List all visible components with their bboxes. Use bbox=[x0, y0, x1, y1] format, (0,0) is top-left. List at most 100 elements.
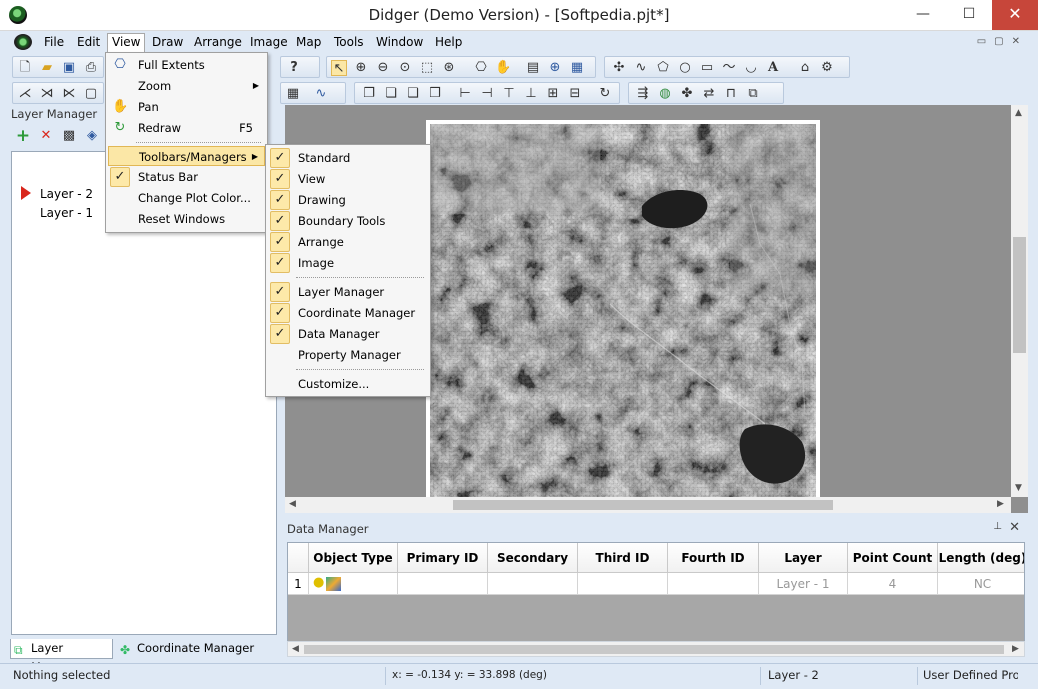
column-header[interactable]: Third ID bbox=[578, 543, 668, 573]
menu-arrange[interactable]: Arrange bbox=[190, 34, 246, 52]
georeference-icon[interactable]: ∿ bbox=[313, 86, 329, 102]
projection-globe-icon[interactable]: ◍ bbox=[657, 86, 673, 102]
column-header[interactable]: Secondary ID bbox=[488, 543, 578, 595]
menu-item-drawing[interactable]: ✓ Drawing bbox=[268, 190, 428, 210]
lightbulb-icon[interactable]: ● bbox=[313, 576, 324, 590]
menu-image[interactable]: Image bbox=[246, 34, 292, 52]
polyline-icon[interactable]: ∿ bbox=[633, 60, 649, 76]
text-icon[interactable]: A bbox=[765, 60, 781, 76]
menu-item-status-bar[interactable]: ✓ Status Bar bbox=[108, 167, 265, 187]
menu-view[interactable]: View bbox=[107, 33, 146, 54]
boundary-tool-4-icon[interactable]: ▢ bbox=[83, 86, 99, 102]
menu-item-boundary-tools[interactable]: ✓ Boundary Tools bbox=[268, 211, 428, 231]
layer-properties-icon[interactable]: ▩ bbox=[61, 128, 77, 144]
data-grid-scroll-thumb[interactable] bbox=[304, 645, 1004, 654]
plot-horizontal-scroll-thumb[interactable] bbox=[453, 500, 833, 510]
data-grid-scrollbar[interactable]: ◀ ▶ bbox=[287, 641, 1025, 657]
column-header[interactable]: Object Type bbox=[309, 543, 398, 573]
send-back-icon[interactable]: ❏ bbox=[383, 86, 399, 102]
menu-item-property-manager[interactable]: Property Manager bbox=[268, 345, 428, 365]
menu-item-data-manager[interactable]: ✓ Data Manager bbox=[268, 324, 428, 344]
scroll-left-icon[interactable]: ◀ bbox=[289, 499, 296, 509]
spline-icon[interactable]: ◡ bbox=[743, 60, 759, 76]
align-left-icon[interactable]: ⊢ bbox=[457, 86, 473, 102]
scroll-right-icon[interactable]: ▶ bbox=[997, 499, 1004, 509]
select-arrow-icon[interactable]: ↖ bbox=[331, 60, 347, 76]
align-center-icon[interactable]: ⊣ bbox=[479, 86, 495, 102]
zoom-rect-icon[interactable]: ⬚ bbox=[419, 60, 435, 76]
boundary-tool-3-icon[interactable]: ⋉ bbox=[61, 86, 77, 102]
boundary-tool-1-icon[interactable]: ⋌ bbox=[17, 86, 33, 102]
grid-scroll-right-icon[interactable]: ▶ bbox=[1012, 644, 1019, 654]
mdi-window-buttons[interactable]: ▭▢✕ bbox=[977, 36, 1028, 47]
home-icon[interactable]: ⌂ bbox=[797, 60, 813, 76]
menu-item-redraw[interactable]: ↻ Redraw F5 bbox=[108, 118, 265, 138]
image-grid-icon[interactable]: ▦ bbox=[285, 86, 301, 102]
transform-icon[interactable]: ⇶ bbox=[635, 86, 651, 102]
menu-item-layer-manager[interactable]: ✓ Layer Manager bbox=[268, 282, 428, 302]
object-type-cell[interactable]: ● bbox=[309, 573, 398, 595]
column-header[interactable]: Layer bbox=[759, 543, 848, 573]
zoom-icon[interactable]: ⊙ bbox=[397, 60, 413, 76]
menu-item-standard[interactable]: ✓ Standard bbox=[268, 148, 428, 168]
menu-file[interactable]: File bbox=[40, 34, 68, 52]
open-folder-icon[interactable]: ▰ bbox=[39, 60, 55, 76]
secondary-id-cell[interactable] bbox=[488, 573, 578, 595]
menu-tools[interactable]: Tools bbox=[330, 34, 368, 52]
satellite-image[interactable] bbox=[430, 124, 816, 497]
rectangle-icon[interactable]: ▭ bbox=[699, 60, 715, 76]
menu-item-coordinate-manager[interactable]: ✓ Coordinate Manager bbox=[268, 303, 428, 323]
menu-item-full-extents[interactable]: ⎔ Full Extents bbox=[108, 55, 265, 75]
bring-front-icon[interactable]: ❐ bbox=[361, 86, 377, 102]
pan-hand-icon[interactable]: ✋ bbox=[495, 60, 511, 76]
layer-cell[interactable]: Layer - 1 bbox=[759, 573, 848, 595]
fourth-id-cell[interactable] bbox=[668, 573, 759, 595]
print-icon[interactable]: ⎙ bbox=[83, 60, 99, 76]
grid-icon[interactable]: ▦ bbox=[569, 60, 585, 76]
column-header[interactable]: Primary ID bbox=[398, 543, 488, 573]
primary-id-cell[interactable] bbox=[398, 573, 488, 595]
help-icon[interactable]: ? bbox=[286, 60, 302, 76]
menu-item-image[interactable]: ✓ Image bbox=[268, 253, 428, 273]
add-layer-icon[interactable]: + bbox=[15, 128, 31, 145]
third-id-cell[interactable] bbox=[578, 573, 668, 595]
delete-layer-icon[interactable]: ✕ bbox=[38, 128, 54, 144]
menu-window[interactable]: Window bbox=[372, 34, 427, 52]
move-backward-icon[interactable]: ❒ bbox=[427, 86, 443, 102]
menu-item-customize[interactable]: Customize... bbox=[268, 374, 428, 394]
menu-draw[interactable]: Draw bbox=[148, 34, 187, 52]
align-top-icon[interactable]: ⊥ bbox=[523, 86, 539, 102]
grid-scroll-left-icon[interactable]: ◀ bbox=[292, 644, 299, 654]
tab-layer-manager[interactable]: ⧉ Layer Manager bbox=[10, 639, 113, 674]
scroll-up-icon[interactable]: ▲ bbox=[1015, 108, 1022, 118]
polygon-icon[interactable]: ⬠ bbox=[655, 60, 671, 76]
mdi-globe-icon[interactable] bbox=[14, 34, 32, 50]
menu-item-zoom[interactable]: Zoom ▶ bbox=[108, 76, 265, 96]
menu-item-view[interactable]: ✓ View bbox=[268, 169, 428, 189]
page-icon[interactable]: ▤ bbox=[525, 60, 541, 76]
tab-coordinate-manager[interactable]: ✤ Coordinate Manager bbox=[117, 639, 257, 659]
data-manager-close-icon[interactable]: ✕ bbox=[1009, 520, 1020, 535]
menu-map[interactable]: Map bbox=[292, 34, 325, 52]
plot-vertical-scroll-thumb[interactable] bbox=[1013, 237, 1026, 353]
menu-item-toolbars-managers[interactable]: Toolbars/Managers ▶ bbox=[108, 146, 265, 166]
zoom-out-icon[interactable]: ⊖ bbox=[375, 60, 391, 76]
globe-grid-icon[interactable]: ⊕ bbox=[547, 60, 563, 76]
full-extents-icon[interactable]: ⎔ bbox=[473, 60, 489, 76]
column-header[interactable]: Length (deg) bbox=[938, 543, 1024, 573]
close-button[interactable]: ✕ bbox=[992, 0, 1038, 30]
rotate-icon[interactable]: ↻ bbox=[597, 86, 613, 102]
symbol-icon[interactable]: ⚙ bbox=[819, 60, 835, 76]
zoom-in-icon[interactable]: ⊕ bbox=[353, 60, 369, 76]
align-right-icon[interactable]: ⊤ bbox=[501, 86, 517, 102]
pin-icon[interactable]: ⊥ bbox=[993, 521, 1002, 532]
save-icon[interactable]: ▣ bbox=[61, 60, 77, 76]
calibrate-icon[interactable]: ✤ bbox=[679, 86, 695, 102]
rectify-icon[interactable]: ⇄ bbox=[701, 86, 717, 102]
tile-icon[interactable]: ⧉ bbox=[745, 86, 761, 102]
ellipse-icon[interactable]: ○ bbox=[677, 60, 693, 76]
minimize-button[interactable]: — bbox=[900, 0, 946, 30]
menu-edit[interactable]: Edit bbox=[73, 34, 104, 52]
move-forward-icon[interactable]: ❑ bbox=[405, 86, 421, 102]
menu-item-reset-windows[interactable]: Reset Windows bbox=[108, 209, 265, 229]
